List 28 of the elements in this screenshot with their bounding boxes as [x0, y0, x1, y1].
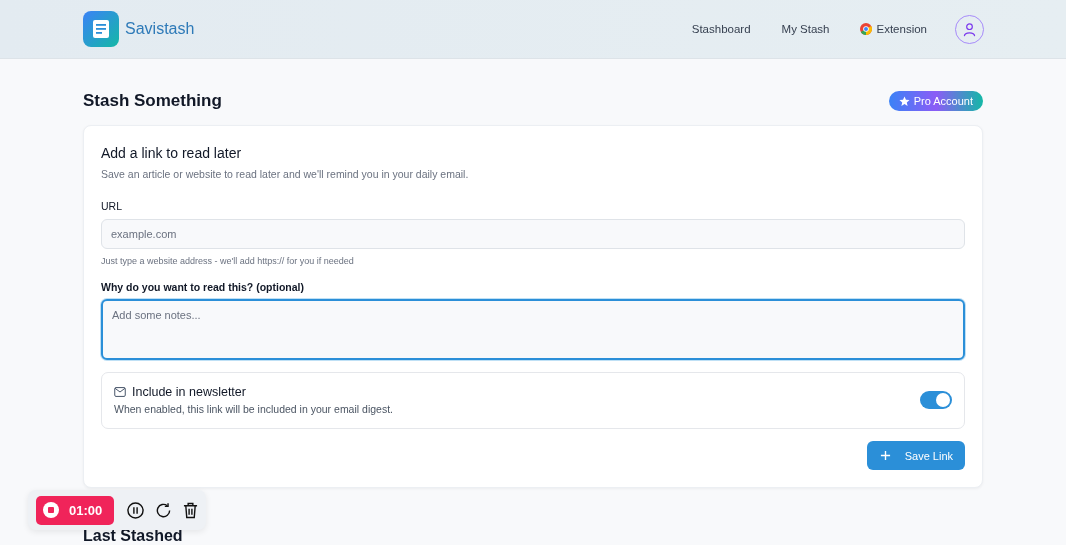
page-title: Stash Something: [83, 91, 222, 111]
section-heading: Last Stashed: [83, 527, 184, 544]
restart-icon[interactable]: [155, 501, 173, 519]
pause-icon[interactable]: [127, 501, 145, 519]
plus-icon: [879, 450, 891, 461]
chrome-icon: [860, 23, 873, 35]
envelope-icon: [114, 387, 126, 397]
stop-recording-button[interactable]: 01:00: [36, 495, 115, 525]
user-icon: [962, 21, 977, 37]
form-title: Add a link to read later: [101, 145, 243, 161]
nav-link[interactable]: Extension: [860, 23, 927, 35]
form-description: Save an article or website to read later and we'll remind you in your daily email.: [101, 168, 470, 180]
trash-icon[interactable]: [183, 501, 199, 519]
newsletter-title: Include in newsletter: [132, 385, 246, 399]
pro-account-badge: Pro Account: [888, 91, 983, 111]
brand-name[interactable]: Savistash: [125, 20, 195, 38]
url-input-field[interactable]: example.com: [101, 219, 965, 249]
url-hint: Just type a website address - we'll add https:// for you if needed: [101, 256, 355, 266]
nav-link[interactable]: Stashboard: [691, 23, 751, 35]
star-icon: [898, 95, 910, 107]
newsletter-description: When enabled, this link will be included in your email digest.: [114, 403, 393, 415]
document-logo-icon[interactable]: [83, 11, 119, 47]
stop-icon: [43, 502, 59, 518]
nav-link[interactable]: My Stash: [781, 23, 830, 35]
url-label: URL: [101, 200, 123, 212]
notes-label: Why do you want to read this? (optional): [101, 281, 305, 293]
notes-text-area[interactable]: Add some notes...: [101, 299, 965, 360]
newsletter-toggle[interactable]: [920, 391, 952, 409]
